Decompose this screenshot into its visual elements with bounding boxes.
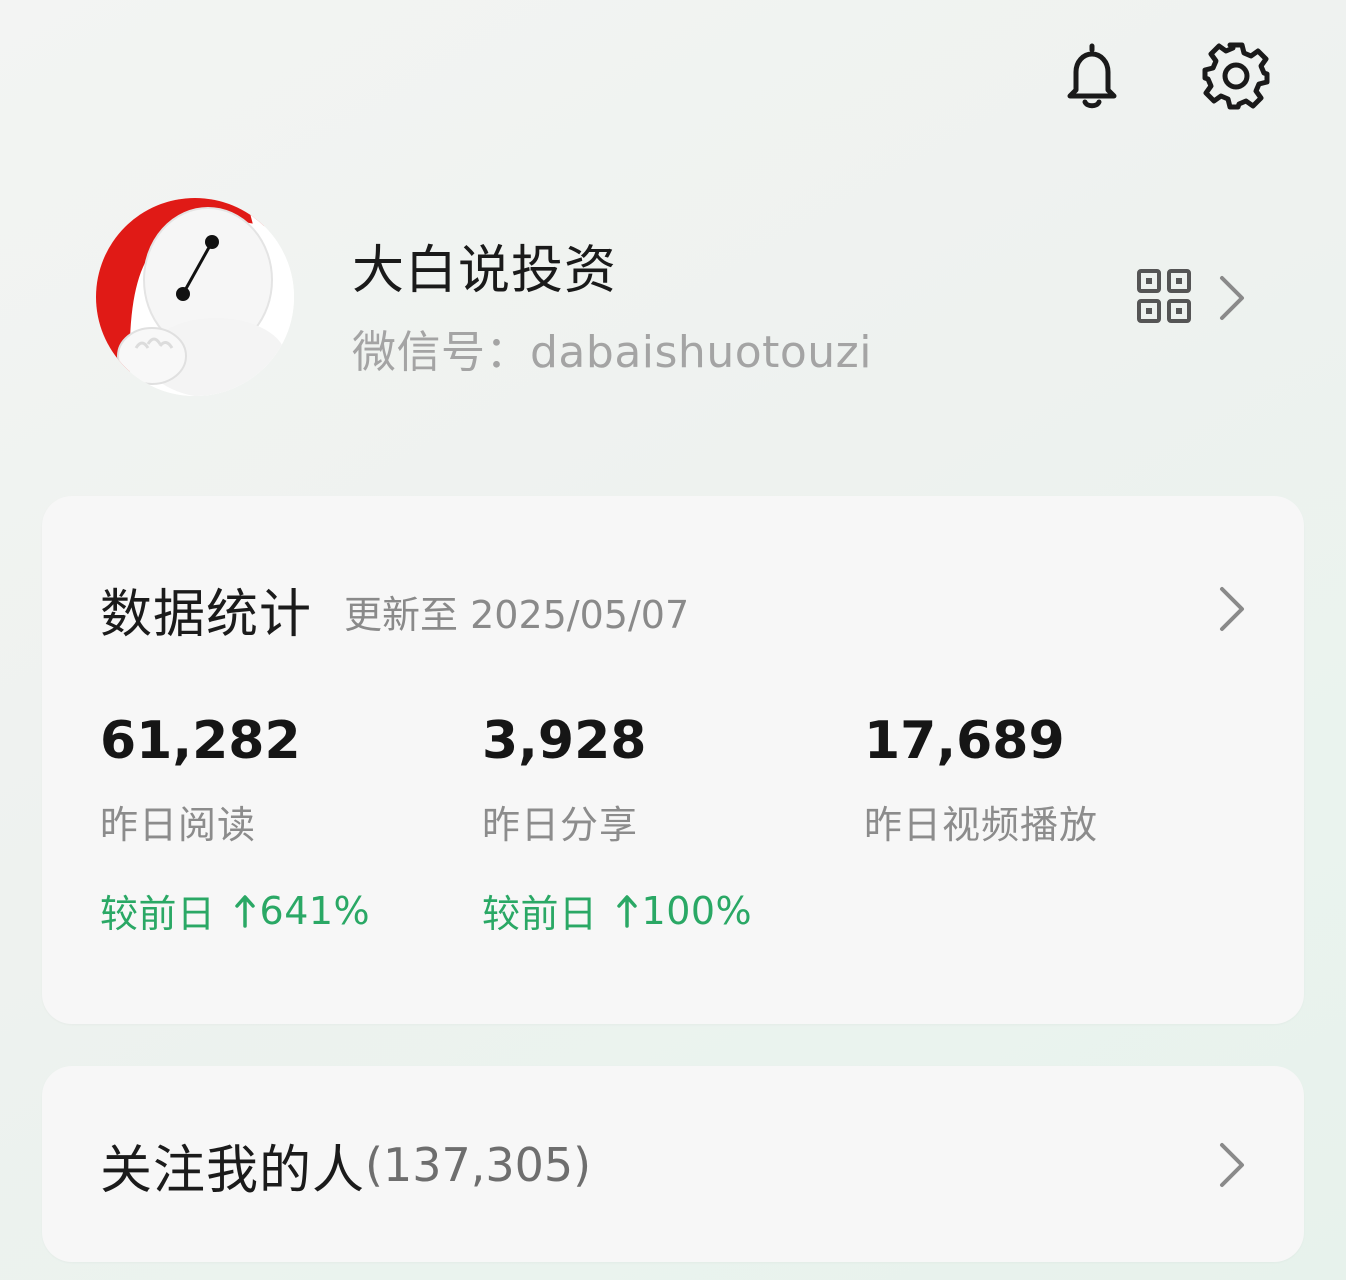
metric-value: 17,689 bbox=[864, 711, 1065, 771]
chevron-right-icon bbox=[1218, 1141, 1246, 1189]
profile-name: 大白说投资 bbox=[352, 241, 618, 301]
stats-updated-date: 更新至 2025/05/07 bbox=[344, 592, 690, 637]
change-percent: 641% bbox=[259, 888, 371, 933]
wechat-id: 微信号：dabaishuotouzi bbox=[352, 327, 873, 378]
metric-shares[interactable]: 3,928 昨日分享 较前日 100% bbox=[482, 708, 864, 938]
arrow-up-icon bbox=[234, 894, 256, 928]
change-percent: 100% bbox=[641, 888, 753, 933]
stats-title: 数据统计 bbox=[100, 584, 313, 645]
metric-label: 昨日视频播放 bbox=[864, 803, 1099, 847]
stats-header[interactable]: 数据统计 更新至 2025/05/07 bbox=[100, 574, 1246, 645]
metrics-row: 61,282 昨日阅读 较前日 641% 3,928 昨日分享 较前日 100%… bbox=[100, 708, 1246, 938]
avatar[interactable] bbox=[96, 198, 294, 396]
compare-label: 较前日 bbox=[482, 892, 598, 936]
metric-change: 较前日 641% bbox=[100, 883, 482, 938]
metric-label: 昨日分享 bbox=[482, 803, 639, 847]
metric-value: 61,282 bbox=[100, 711, 301, 771]
followers-card: 关注我的人 (137,305) bbox=[42, 1066, 1304, 1262]
metric-reads[interactable]: 61,282 昨日阅读 较前日 641% bbox=[100, 708, 482, 938]
followers-count: (137,305) bbox=[365, 1138, 592, 1192]
arrow-up-icon bbox=[616, 894, 638, 928]
stats-card: 数据统计 更新至 2025/05/07 61,282 昨日阅读 较前日 641% bbox=[42, 496, 1304, 1024]
metric-change: 较前日 100% bbox=[482, 883, 864, 938]
metric-label: 昨日阅读 bbox=[100, 803, 257, 847]
gear-icon[interactable] bbox=[1196, 36, 1276, 116]
chevron-right-icon bbox=[1218, 274, 1246, 322]
profile-page: { "header": { "icons": ["bell-icon", "ge… bbox=[0, 0, 1346, 1280]
qr-code-link[interactable] bbox=[1136, 268, 1246, 328]
followers-row[interactable]: 关注我的人 (137,305) bbox=[100, 1130, 1246, 1201]
metric-value: 3,928 bbox=[482, 711, 647, 771]
top-toolbar bbox=[1052, 36, 1276, 116]
compare-label: 较前日 bbox=[100, 892, 216, 936]
followers-label: 关注我的人 bbox=[100, 1140, 366, 1201]
bell-icon[interactable] bbox=[1052, 36, 1132, 116]
profile-header: 大白说投资 微信号：dabaishuotouzi bbox=[96, 198, 1246, 408]
qr-code-icon bbox=[1136, 268, 1192, 328]
metric-video-plays[interactable]: 17,689 昨日视频播放 bbox=[864, 708, 1246, 938]
chevron-right-icon bbox=[1218, 585, 1246, 633]
